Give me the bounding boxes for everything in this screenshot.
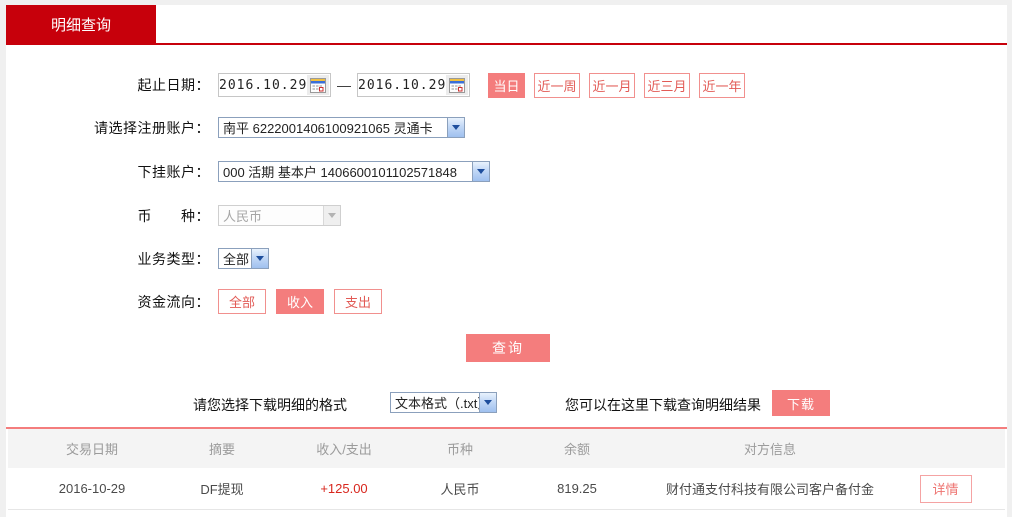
fund-flow-expense-button[interactable]: 支出 [334, 289, 382, 314]
business-type-value: 全部 [223, 252, 250, 267]
cell-summary: DF提现 [200, 482, 244, 497]
business-type-select[interactable]: 全部 [218, 248, 269, 269]
calendar-icon [310, 77, 327, 93]
chevron-down-icon [479, 393, 496, 412]
end-date-calendar-icon[interactable] [446, 75, 468, 95]
register-account-label: 请选择注册账户： [94, 119, 210, 136]
table-row: 2016-10-29 DF提现 +125.00 人民币 819.25 财付通支付… [8, 468, 1005, 510]
currency-label: 币 种： [137, 207, 210, 224]
download-format-select[interactable]: 文本格式（.txt） [390, 392, 497, 413]
cell-balance: 819.25 [557, 481, 597, 496]
fund-flow-income-button[interactable]: 收入 [276, 289, 324, 314]
register-account-row: 请选择注册账户： 南平 6222001406100921065 灵通卡 [0, 116, 1002, 139]
date-range-label: 起止日期： [137, 77, 210, 93]
header-balance: 余额 [563, 442, 590, 457]
sub-account-value: 000 活期 基本户 1406600101102571848 [223, 165, 457, 180]
chevron-down-icon [251, 249, 268, 268]
quick-range-today-button[interactable]: 当日 [488, 72, 525, 98]
cell-currency: 人民币 [440, 482, 480, 497]
start-date-input[interactable]: 2016.10.29 [218, 73, 331, 97]
chevron-down-icon [323, 206, 340, 225]
quick-range-year-button[interactable]: 近一年 [699, 72, 745, 98]
header-summary: 摘要 [208, 442, 235, 457]
fund-flow-all-button[interactable]: 全部 [218, 289, 266, 314]
tab-detail-query[interactable]: 明细查询 [6, 5, 156, 43]
register-account-value: 南平 6222001406100921065 灵通卡 [223, 121, 433, 136]
start-date-calendar-icon[interactable] [307, 75, 329, 95]
download-button[interactable]: 下载 [772, 390, 830, 416]
cell-counterparty: 财付通支付科技有限公司客户备付金 [665, 482, 874, 497]
header-counterparty: 对方信息 [743, 442, 796, 457]
table-header: 交易日期 摘要 收入/支出 币种 余额 对方信息 [8, 429, 1005, 468]
end-date-value: 2016.10.29 [358, 77, 447, 93]
sub-account-row: 下挂账户： 000 活期 基本户 1406600101102571848 [0, 160, 1002, 183]
currency-value: 人民币 [223, 209, 263, 224]
sub-account-label: 下挂账户： [137, 163, 210, 180]
business-type-row: 业务类型： 全部 [0, 247, 1002, 270]
fund-flow-label: 资金流向： [137, 293, 210, 310]
end-date-input[interactable]: 2016.10.29 [357, 73, 470, 97]
cell-amount: +125.00 [320, 481, 368, 496]
sub-account-select[interactable]: 000 活期 基本户 1406600101102571848 [218, 161, 490, 182]
start-date-value: 2016.10.29 [219, 77, 308, 93]
chevron-down-icon [447, 118, 464, 137]
download-format-label: 请您选择下载明细的格式 [193, 397, 347, 413]
calendar-icon [449, 77, 466, 93]
download-row: 请您选择下载明细的格式 文本格式（.txt） 您可以在这里下载查询明细结果 下载 [0, 389, 1012, 417]
download-hint: 您可以在这里下载查询明细结果 [565, 397, 761, 413]
quick-range-month-button[interactable]: 近一月 [589, 72, 635, 98]
date-separator: — [337, 77, 351, 93]
fund-flow-row: 资金流向： 全部 收入 支出 [0, 289, 1002, 314]
header-date: 交易日期 [65, 442, 118, 457]
register-account-select[interactable]: 南平 6222001406100921065 灵通卡 [218, 117, 465, 138]
header-currency: 币种 [446, 442, 473, 457]
business-type-label: 业务类型： [137, 250, 210, 267]
download-format-value: 文本格式（.txt） [395, 396, 479, 411]
detail-button[interactable]: 详情 [919, 474, 972, 503]
quick-range-3month-button[interactable]: 近三月 [644, 72, 690, 98]
query-button[interactable]: 查询 [466, 334, 550, 362]
chevron-down-icon [472, 162, 489, 181]
date-range-row: 起止日期： 2016.10.29 — 2016.10.29 当日 近一周 近一月… [0, 72, 1002, 98]
header-amount: 收入/支出 [316, 442, 372, 457]
tab-underline [6, 43, 1007, 45]
cell-date: 2016-10-29 [58, 481, 126, 496]
currency-row: 币 种： 人民币 [0, 204, 1002, 227]
quick-range-week-button[interactable]: 近一周 [534, 72, 580, 98]
currency-select: 人民币 [218, 205, 341, 226]
